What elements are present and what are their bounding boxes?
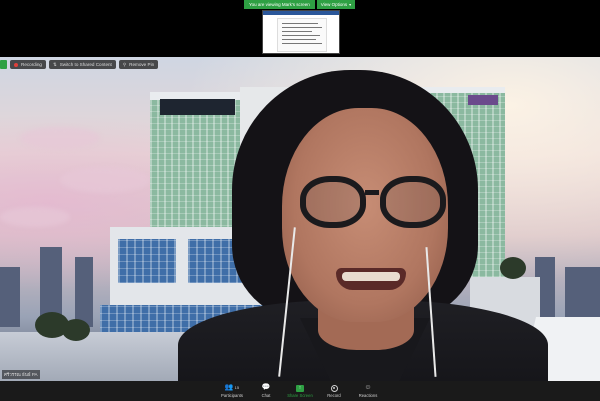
record-button[interactable]: Record — [317, 381, 351, 401]
video-overlay-controls: Recording ⇅ Switch to Shared Content ⚲ R… — [0, 60, 159, 69]
speaker-video — [0, 57, 600, 381]
sharing-banner: You are viewing Mark's screen View Optio… — [244, 0, 368, 9]
reactions-button[interactable]: ☺ Reactions — [351, 381, 385, 401]
participants-button[interactable]: 👥 15 Participants — [215, 381, 249, 401]
reactions-icon: ☺ — [364, 384, 372, 391]
sharing-status-text: You are viewing Mark's screen — [244, 0, 315, 9]
pin-icon: ⚲ — [122, 62, 127, 67]
eyeglasses — [380, 176, 446, 228]
chat-label: Chat — [261, 392, 271, 398]
switch-to-shared-content-button[interactable]: ⇅ Switch to Shared Content — [48, 60, 116, 69]
switch-icon: ⇅ — [52, 62, 57, 67]
share-screen-icon: ↑ — [296, 384, 304, 392]
eyeglasses — [300, 176, 366, 228]
chevron-down-icon: ▾ — [349, 2, 352, 7]
view-options-label: View Options — [320, 2, 348, 7]
participants-count: 15 — [234, 385, 240, 390]
remove-pin-label: Remove Pin — [129, 62, 155, 67]
recording-indicator[interactable]: Recording — [10, 60, 46, 69]
reactions-label: Reactions — [358, 392, 378, 398]
thumbnail-titlebar — [263, 11, 339, 15]
view-options-button[interactable]: View Options ▾ — [316, 0, 356, 9]
record-icon — [330, 384, 338, 392]
participant-name-label: ศรีวรรณ ธันธ์ PA — [2, 370, 40, 379]
share-screen-button[interactable]: ↑ Share Screen — [283, 381, 317, 401]
participants-icon: 👥 — [224, 384, 234, 391]
chat-icon: 💬 — [261, 384, 271, 391]
participants-label: Participants — [221, 392, 243, 398]
share-screen-label: Share Screen — [287, 392, 313, 398]
chat-button[interactable]: 💬 Chat — [249, 381, 283, 401]
shared-screen-thumbnail[interactable] — [262, 10, 340, 54]
record-label: Record — [327, 392, 341, 398]
remove-pin-button[interactable]: ⚲ Remove Pin — [118, 60, 159, 69]
thumbnail-document — [277, 18, 327, 52]
security-shield-icon[interactable] — [0, 60, 7, 69]
recording-dot-icon — [14, 62, 18, 67]
recording-label: Recording — [21, 62, 42, 67]
meeting-toolbar: 👥 15 Participants 💬 Chat ↑ Share Screen … — [0, 381, 600, 401]
switch-label: Switch to Shared Content — [59, 62, 112, 67]
